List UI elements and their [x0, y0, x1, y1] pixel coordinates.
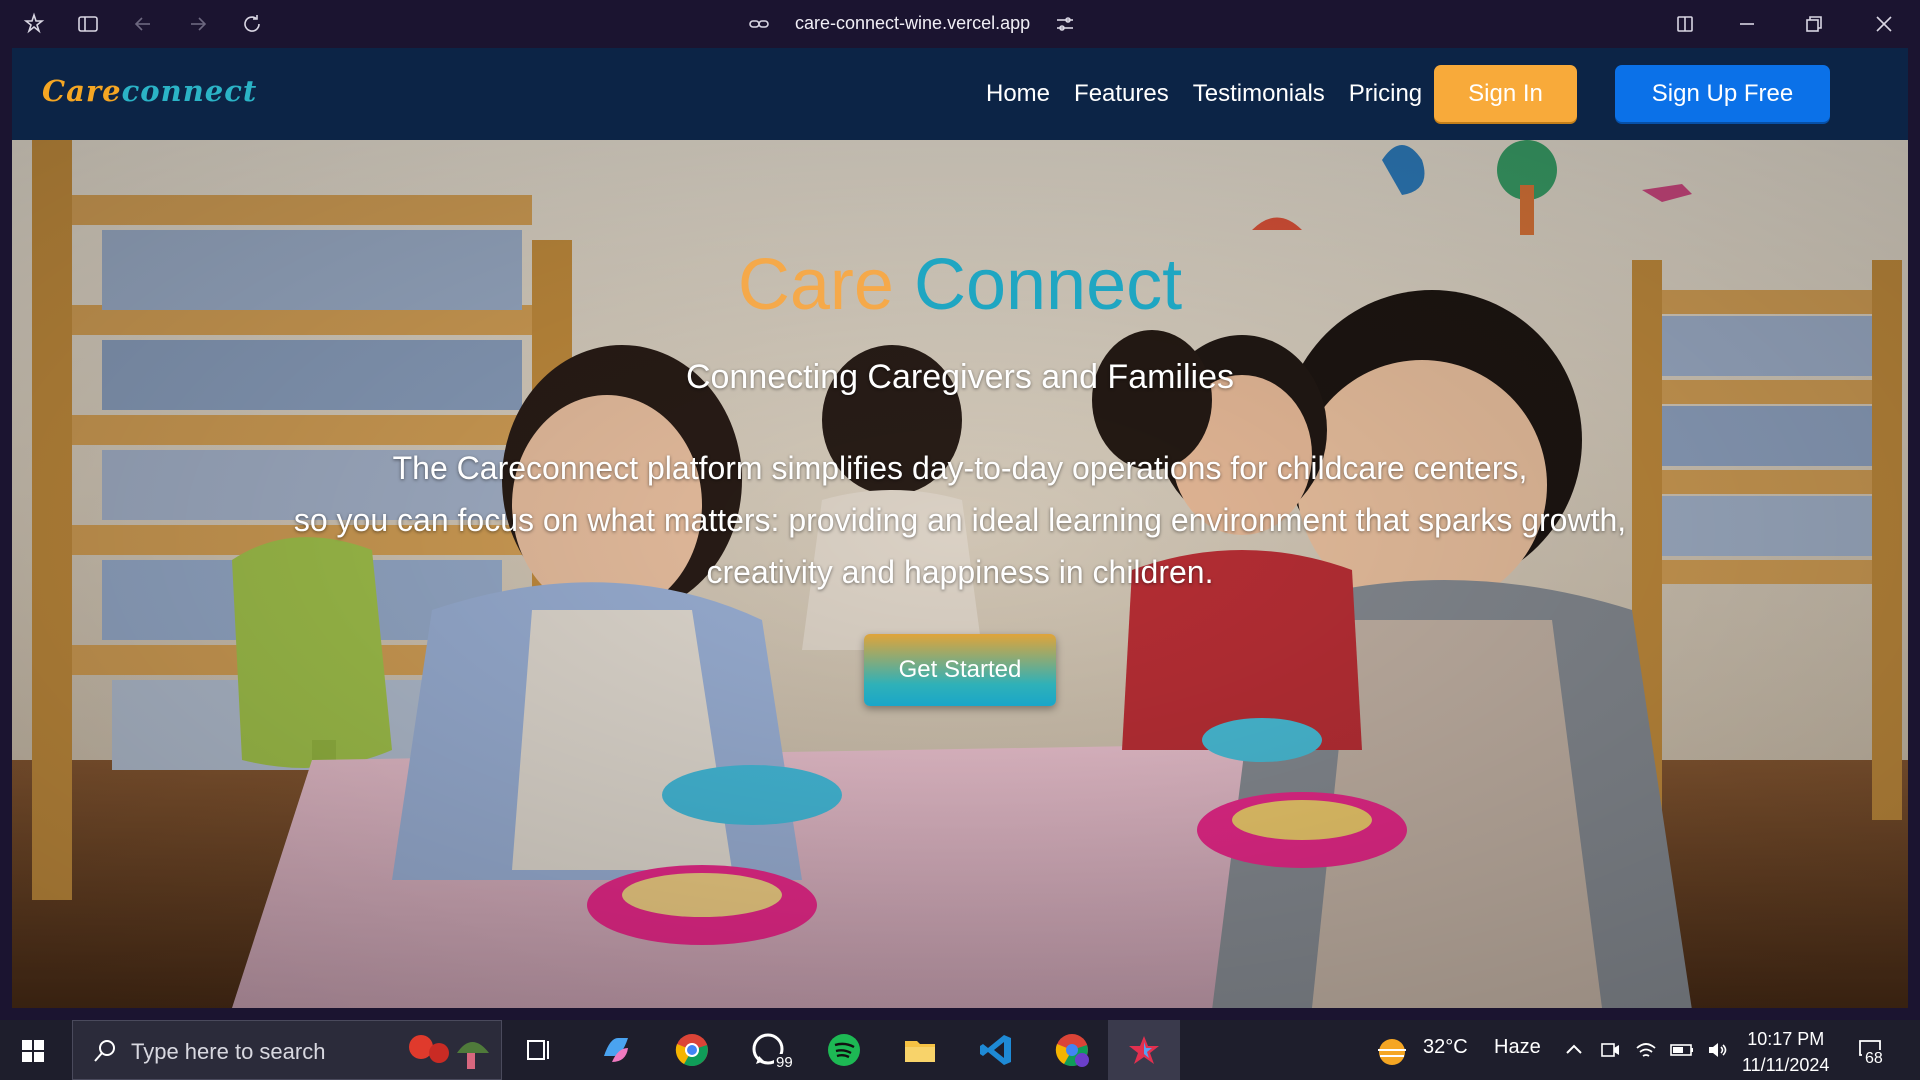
hero-description: The Careconnect platform simplifies day-… — [212, 442, 1708, 598]
site-logo[interactable]: Careconnect — [42, 74, 257, 108]
logo-part-connect: connect — [121, 74, 258, 108]
reload-icon[interactable] — [240, 12, 264, 36]
hero-section: Care Connect Connecting Caregivers and F… — [12, 140, 1908, 1008]
nav-link-pricing[interactable]: Pricing — [1349, 80, 1422, 108]
browser-logo-icon[interactable] — [22, 12, 46, 36]
nav-link-home[interactable]: Home — [986, 80, 1050, 108]
volume-icon[interactable] — [1696, 1028, 1740, 1072]
weather-temperature[interactable]: 32°C — [1423, 1036, 1468, 1059]
spotify-icon[interactable] — [822, 1028, 866, 1072]
weather-icon — [1370, 1030, 1414, 1074]
search-icon — [94, 1040, 115, 1062]
windows-taskbar: Type here to search 99 32°C Haze 10:17 P… — [0, 1020, 1920, 1080]
hero-subtitle: Connecting Caregivers and Families — [685, 358, 1235, 396]
search-highlight-icon — [409, 1035, 489, 1069]
get-started-button[interactable]: Get Started — [864, 634, 1056, 706]
whatsapp-icon[interactable]: 99 — [746, 1028, 795, 1072]
site-settings-icon[interactable] — [1053, 12, 1077, 36]
nav-links: Home Features Testimonials Pricing — [986, 80, 1422, 108]
link-icon — [747, 12, 771, 36]
sidebar-toggle-icon[interactable] — [76, 12, 100, 36]
task-view-icon[interactable] — [517, 1028, 561, 1072]
split-view-icon[interactable] — [1673, 12, 1697, 36]
hero-title-care: Care — [737, 245, 894, 325]
address-bar-url[interactable]: care-connect-wine.vercel.app — [795, 13, 1030, 34]
taskbar-search-placeholder: Type here to search — [131, 1039, 326, 1064]
restore-icon[interactable] — [1802, 12, 1826, 36]
page-viewport: Careconnect Home Features Testimonials P… — [12, 48, 1908, 1008]
close-icon[interactable] — [1872, 12, 1896, 36]
hero-description-line-3: creativity and happiness in children. — [706, 554, 1214, 590]
forward-arrow-icon[interactable] — [186, 12, 210, 36]
hero-description-line-2: so you can focus on what matters: provid… — [293, 502, 1627, 538]
vscode-icon[interactable] — [974, 1028, 1018, 1072]
taskbar-search-box[interactable]: Type here to search — [72, 1020, 502, 1080]
hero-title-connect: Connect — [913, 245, 1183, 325]
back-arrow-icon[interactable] — [131, 12, 155, 36]
clock-time: 10:17 PM — [1747, 1029, 1825, 1049]
notification-count-badge: 68 — [1862, 1050, 1886, 1068]
navbar: Careconnect Home Features Testimonials P… — [12, 48, 1908, 140]
minimize-icon[interactable] — [1735, 12, 1759, 36]
sign-in-button[interactable]: Sign In — [1434, 65, 1577, 122]
hero-title: Care Connect — [12, 244, 1908, 326]
copilot-icon[interactable] — [594, 1028, 638, 1072]
whatsapp-badge: 99 — [774, 1054, 795, 1071]
chrome-icon[interactable] — [670, 1028, 714, 1072]
windows-start-icon[interactable] — [14, 1032, 52, 1070]
weather-description[interactable]: Haze — [1494, 1036, 1541, 1059]
sign-up-free-button[interactable]: Sign Up Free — [1615, 65, 1830, 122]
file-explorer-icon[interactable] — [898, 1028, 942, 1072]
browser-chrome: care-connect-wine.vercel.app — [0, 0, 1920, 48]
logo-part-care: Care — [42, 74, 122, 108]
chrome-profile-icon[interactable] — [1050, 1028, 1094, 1072]
taskbar-clock[interactable]: 10:17 PM 11/11/2024 — [1742, 1026, 1829, 1078]
clock-date: 11/11/2024 — [1742, 1055, 1830, 1075]
nav-link-testimonials[interactable]: Testimonials — [1193, 80, 1325, 108]
hero-description-line-1: The Careconnect platform simplifies day-… — [392, 450, 1528, 486]
nav-link-features[interactable]: Features — [1074, 80, 1169, 108]
active-browser-icon[interactable] — [1108, 1020, 1180, 1080]
